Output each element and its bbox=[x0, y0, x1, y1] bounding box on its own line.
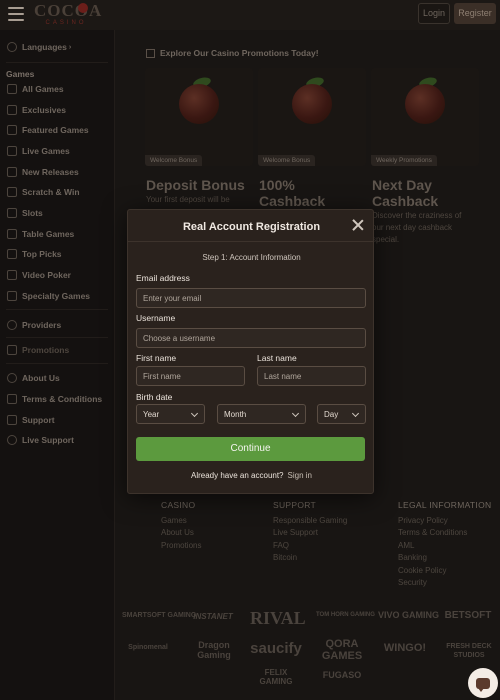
sign-in-link[interactable]: Sign in bbox=[288, 471, 312, 480]
selected-value: Day bbox=[324, 409, 339, 419]
selected-value: Month bbox=[224, 409, 247, 419]
last-name-field[interactable] bbox=[257, 366, 366, 386]
last-name-label: Last name bbox=[257, 353, 297, 363]
chevron-down-icon bbox=[351, 409, 360, 418]
birth-date-label: Birth date bbox=[136, 392, 173, 402]
first-name-label: First name bbox=[136, 353, 177, 363]
have-account-text: Already have an account? bbox=[191, 471, 284, 480]
selected-value: Year bbox=[143, 409, 160, 419]
divider bbox=[128, 241, 373, 242]
continue-button[interactable]: Continue bbox=[136, 437, 365, 461]
username-field[interactable] bbox=[136, 328, 366, 348]
sign-in-prompt: Already have an account? Sign in bbox=[128, 471, 375, 480]
birth-month-select[interactable]: Month bbox=[217, 404, 306, 424]
username-label: Username bbox=[136, 313, 176, 323]
registration-modal: Real Account Registration Step 1: Accoun… bbox=[127, 209, 374, 494]
email-field[interactable] bbox=[136, 288, 366, 308]
birth-day-select[interactable]: Day bbox=[317, 404, 366, 424]
close-icon[interactable] bbox=[351, 218, 365, 232]
birth-year-select[interactable]: Year bbox=[136, 404, 205, 424]
chevron-down-icon bbox=[291, 409, 300, 418]
step-indicator: Step 1: Account Information bbox=[202, 253, 301, 262]
email-label: Email address bbox=[136, 273, 190, 283]
first-name-field[interactable] bbox=[136, 366, 245, 386]
modal-title: Real Account Registration bbox=[182, 221, 321, 233]
chevron-down-icon bbox=[190, 409, 199, 418]
